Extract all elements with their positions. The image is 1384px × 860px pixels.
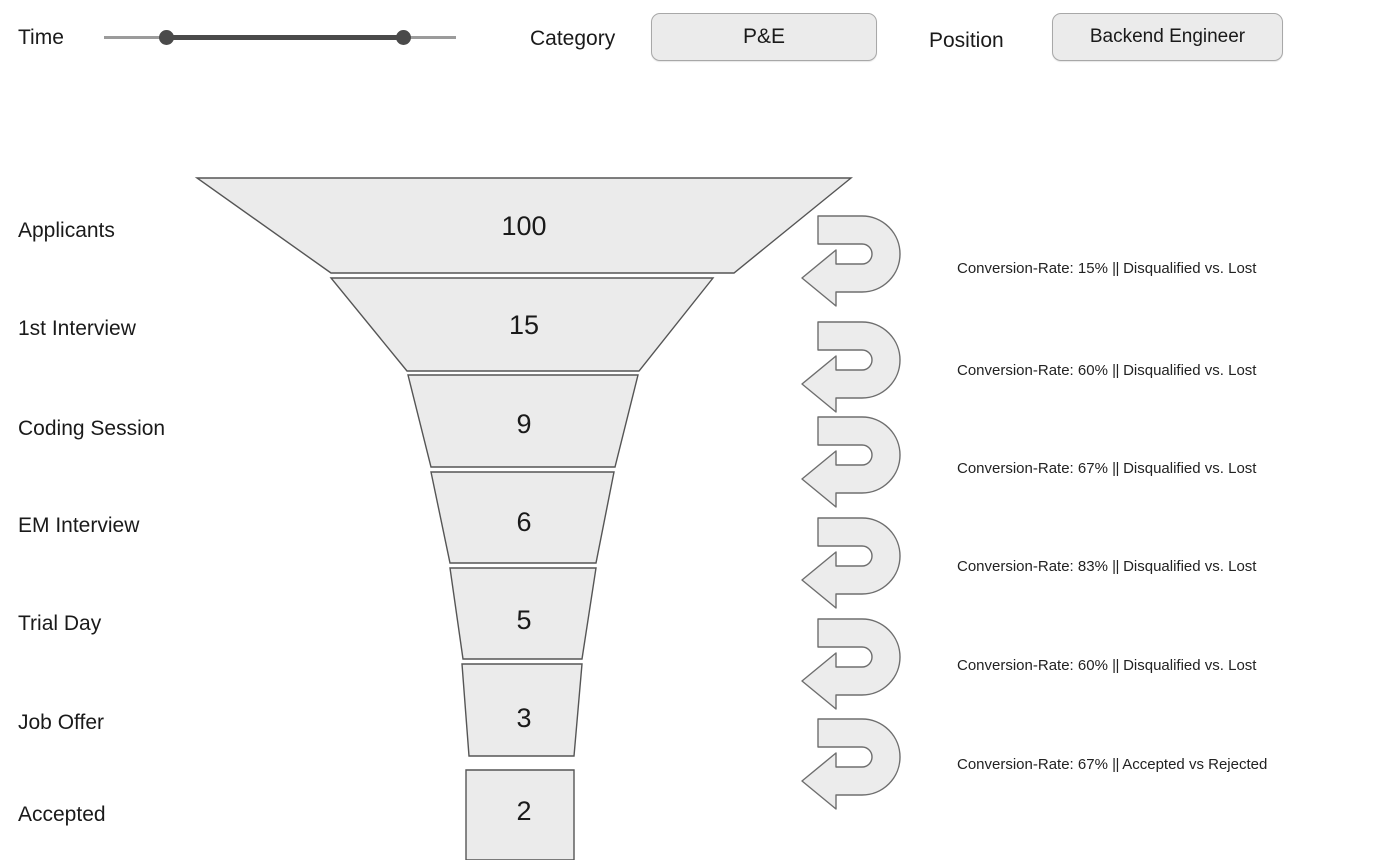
stage-label-accepted: Accepted xyxy=(18,803,106,826)
conversion-breakdown-6: Accepted vs Rejected xyxy=(1122,756,1268,773)
stage-value-applicants: 100 xyxy=(501,211,547,241)
stage-value-job-offer: 3 xyxy=(516,703,532,733)
slider-handle-start[interactable] xyxy=(159,30,174,45)
stage-value-trial-day: 5 xyxy=(516,605,532,635)
conversion-note-2: Conversion-Rate: 60% || Disqualified vs.… xyxy=(957,363,1256,378)
conversion-breakdown-4: Disqualified vs. Lost xyxy=(1123,558,1257,575)
filter-toolbar: Time Category P&E Position Backend Engin… xyxy=(0,0,1384,78)
conversion-rate-label-3: Conversion-Rate: 67% xyxy=(957,460,1108,477)
conversion-breakdown-3: Disqualified vs. Lost xyxy=(1123,460,1257,477)
slider-selected-range[interactable] xyxy=(166,35,404,40)
category-filter-label: Category xyxy=(530,27,616,50)
u-turn-arrow-icon-1[interactable] xyxy=(801,215,901,307)
u-turn-arrow-icon-3[interactable] xyxy=(801,416,901,508)
u-turn-arrow-icon-5[interactable] xyxy=(801,618,901,710)
time-range-slider[interactable] xyxy=(104,24,456,52)
conversion-separator-4: || xyxy=(1112,558,1119,575)
stage-label-em-interview: EM Interview xyxy=(18,514,140,537)
conversion-separator-6: || xyxy=(1112,756,1119,773)
conversion-note-6: Conversion-Rate: 67% || Accepted vs Reje… xyxy=(957,757,1267,772)
conversion-separator-2: || xyxy=(1112,362,1119,379)
conversion-rate-label-5: Conversion-Rate: 60% xyxy=(957,657,1108,674)
u-turn-arrow-icon-4[interactable] xyxy=(801,517,901,609)
recruiting-funnel-chart: Applicants 1st Interview Coding Session … xyxy=(0,78,1384,860)
stage-label-trial-day: Trial Day xyxy=(18,612,102,635)
stage-value-1st-interview: 15 xyxy=(508,310,540,340)
conversion-rate-label-2: Conversion-Rate: 60% xyxy=(957,362,1108,379)
stage-value-accepted: 2 xyxy=(516,796,532,826)
conversion-breakdown-1: Disqualified vs. Lost xyxy=(1123,260,1257,277)
conversion-separator-5: || xyxy=(1112,657,1119,674)
stage-value-em-interview: 6 xyxy=(516,507,532,537)
stage-label-1st-interview: 1st Interview xyxy=(18,317,136,340)
u-turn-arrow-icon-2[interactable] xyxy=(801,321,901,413)
conversion-note-4: Conversion-Rate: 83% || Disqualified vs.… xyxy=(957,559,1256,574)
conversion-rate-label-6: Conversion-Rate: 67% xyxy=(957,756,1108,773)
time-filter-label: Time xyxy=(18,26,64,49)
conversion-separator-1: || xyxy=(1112,260,1119,277)
u-turn-arrow-icon-6[interactable] xyxy=(801,718,901,810)
slider-handle-end[interactable] xyxy=(396,30,411,45)
stage-value-coding-session: 9 xyxy=(516,409,532,439)
position-select[interactable]: Backend Engineer xyxy=(1052,13,1283,61)
conversion-note-3: Conversion-Rate: 67% || Disqualified vs.… xyxy=(957,461,1256,476)
conversion-breakdown-5: Disqualified vs. Lost xyxy=(1123,657,1257,674)
conversion-rate-label-4: Conversion-Rate: 83% xyxy=(957,558,1108,575)
stage-label-coding-session: Coding Session xyxy=(18,417,166,440)
stage-label-job-offer: Job Offer xyxy=(18,711,104,734)
category-select[interactable]: P&E xyxy=(651,13,877,61)
category-select-value: P&E xyxy=(742,25,786,48)
conversion-separator-3: || xyxy=(1112,460,1119,477)
conversion-note-5: Conversion-Rate: 60% || Disqualified vs.… xyxy=(957,658,1256,673)
conversion-breakdown-2: Disqualified vs. Lost xyxy=(1123,362,1257,379)
position-filter-label: Position xyxy=(929,29,1004,52)
conversion-rate-label-1: Conversion-Rate: 15% xyxy=(957,260,1108,277)
stage-label-applicants: Applicants xyxy=(18,219,115,242)
funnel-transition-arrows xyxy=(801,215,901,810)
conversion-note-1: Conversion-Rate: 15% || Disqualified vs.… xyxy=(957,261,1256,276)
position-select-value: Backend Engineer xyxy=(1089,26,1246,47)
